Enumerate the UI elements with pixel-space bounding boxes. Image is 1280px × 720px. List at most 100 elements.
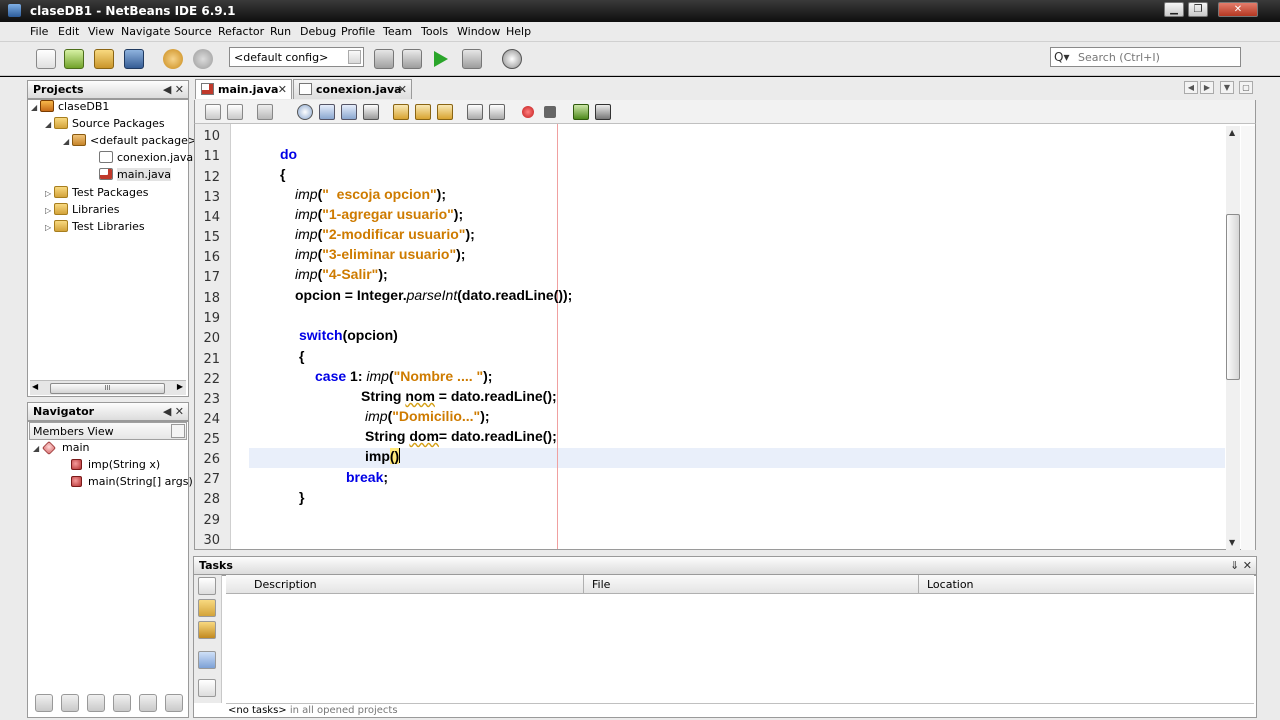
- expand-icon[interactable]: ◢: [31, 103, 40, 112]
- search-input[interactable]: Q▾ Search (Ctrl+I): [1050, 47, 1241, 67]
- show-inherited-icon[interactable]: [35, 694, 53, 712]
- stop-macro-icon[interactable]: [544, 106, 556, 118]
- all-projects-icon[interactable]: [198, 621, 216, 639]
- nav-item-main-method[interactable]: main(String[] args): [62, 475, 193, 492]
- column-divider[interactable]: [918, 575, 919, 594]
- tree-item-conexion-java[interactable]: conexion.java: [90, 151, 193, 168]
- tree-item-source-packages[interactable]: ◢ Source Packages: [45, 117, 165, 134]
- tree-item-test-libraries[interactable]: ▷ Test Libraries: [45, 220, 145, 237]
- sort-by-name-icon[interactable]: [139, 694, 157, 712]
- menu-debug[interactable]: Debug: [300, 25, 336, 38]
- shift-right-icon[interactable]: [489, 104, 505, 120]
- column-divider[interactable]: [583, 575, 584, 594]
- menu-tools[interactable]: Tools: [421, 25, 448, 38]
- shift-left-icon[interactable]: [467, 104, 483, 120]
- menu-edit[interactable]: Edit: [58, 25, 79, 38]
- show-non-public-icon[interactable]: [113, 694, 131, 712]
- column-description[interactable]: Description: [254, 578, 317, 591]
- sort-by-source-icon[interactable]: [165, 694, 183, 712]
- profile-icon[interactable]: [502, 49, 522, 69]
- menu-team[interactable]: Team: [383, 25, 412, 38]
- scroll-up-icon[interactable]: ▲: [1229, 128, 1235, 137]
- projects-panel-header[interactable]: Projects ◀ ✕: [27, 80, 189, 99]
- scroll-left-icon[interactable]: ◀: [32, 382, 38, 391]
- menu-profile[interactable]: Profile: [341, 25, 375, 38]
- close-tab-icon[interactable]: ✕: [398, 83, 407, 96]
- clean-build-icon[interactable]: [402, 49, 422, 69]
- menu-run[interactable]: Run: [270, 25, 291, 38]
- projects-panel-controls[interactable]: ◀ ✕: [163, 83, 184, 96]
- column-location[interactable]: Location: [927, 578, 974, 591]
- maximize-editor-icon[interactable]: ▢: [1239, 81, 1253, 94]
- show-opened-documents-icon[interactable]: ▼: [1220, 81, 1234, 94]
- show-fields-icon[interactable]: [61, 694, 79, 712]
- chevron-down-icon[interactable]: [348, 50, 361, 64]
- redo-icon[interactable]: [193, 49, 213, 69]
- current-file-icon[interactable]: [198, 577, 216, 595]
- find-previous-icon[interactable]: [319, 104, 335, 120]
- next-bookmark-icon[interactable]: [415, 104, 431, 120]
- scroll-down-icon[interactable]: ▼: [1229, 538, 1235, 547]
- expand-icon[interactable]: ▷: [45, 189, 54, 198]
- tab-conexion-java[interactable]: conexion.java ✕: [293, 79, 412, 99]
- menu-view[interactable]: View: [88, 25, 114, 38]
- minimize-button[interactable]: ▁: [1164, 2, 1184, 17]
- tree-item-main-java[interactable]: main.java: [90, 168, 172, 185]
- find-icon[interactable]: [297, 104, 313, 120]
- close-window-button[interactable]: ✕: [1218, 2, 1258, 17]
- tree-item-test-packages[interactable]: ▷ Test Packages: [45, 186, 148, 203]
- tab-main-java[interactable]: main.java ✕: [195, 79, 292, 99]
- configuration-select[interactable]: <default config>: [229, 47, 364, 67]
- run-icon[interactable]: [434, 51, 448, 67]
- code-editor[interactable]: 10 11 12 13 14 15 16 17 18 19 20 21 22 2…: [194, 124, 1256, 550]
- scroll-thumb[interactable]: III: [50, 383, 165, 394]
- scroll-thumb[interactable]: [1226, 214, 1240, 380]
- menu-file[interactable]: File: [30, 25, 48, 38]
- maximize-button[interactable]: ❐: [1188, 2, 1208, 17]
- tree-item-default-package[interactable]: ◢ <default package>: [63, 134, 197, 151]
- start-macro-icon[interactable]: [522, 106, 534, 118]
- build-hammer-icon[interactable]: [374, 49, 394, 69]
- column-file[interactable]: File: [592, 578, 610, 591]
- tree-item-project[interactable]: ◢ claseDB1: [31, 100, 109, 117]
- nav-item-imp-method[interactable]: imp(String x): [62, 458, 160, 475]
- close-tab-icon[interactable]: ✕: [278, 83, 287, 96]
- expand-icon[interactable]: ▷: [45, 206, 54, 215]
- tasks-panel-controls[interactable]: ⇓ ✕: [1230, 559, 1252, 572]
- menu-window[interactable]: Window: [457, 25, 500, 38]
- scroll-tabs-left-icon[interactable]: ◀: [1184, 81, 1198, 94]
- scroll-tabs-right-icon[interactable]: ▶: [1200, 81, 1214, 94]
- scroll-right-icon[interactable]: ▶: [177, 382, 183, 391]
- menu-help[interactable]: Help: [506, 25, 531, 38]
- find-next-icon[interactable]: [341, 104, 357, 120]
- tasks-panel-header[interactable]: Tasks ⇓ ✕: [193, 556, 1257, 575]
- open-project-icon[interactable]: [94, 49, 114, 69]
- members-view-select[interactable]: Members View: [29, 422, 187, 440]
- main-project-icon[interactable]: [198, 599, 216, 617]
- navigator-panel-header[interactable]: Navigator ◀ ✕: [27, 402, 189, 421]
- show-static-icon[interactable]: [87, 694, 105, 712]
- editor-vertical-scrollbar[interactable]: ▲ ▼: [1226, 126, 1240, 550]
- debug-icon[interactable]: [462, 49, 482, 69]
- forward-icon[interactable]: [227, 104, 243, 120]
- save-all-icon[interactable]: [124, 49, 144, 69]
- group-by-icon[interactable]: [198, 679, 216, 697]
- nav-item-main-class[interactable]: ◢ main: [33, 440, 89, 458]
- menu-refactor[interactable]: Refactor: [218, 25, 264, 38]
- expand-icon[interactable]: ◢: [63, 137, 72, 146]
- back-icon[interactable]: [205, 104, 221, 120]
- toggle-highlight-icon[interactable]: [363, 104, 379, 120]
- expand-icon[interactable]: ◢: [45, 120, 54, 129]
- uncomment-icon[interactable]: [595, 104, 611, 120]
- previous-bookmark-icon[interactable]: [393, 104, 409, 120]
- toggle-bookmark-icon[interactable]: [437, 104, 453, 120]
- error-stripe[interactable]: [1241, 126, 1255, 550]
- new-project-icon[interactable]: [64, 49, 84, 69]
- expand-icon[interactable]: ◢: [33, 444, 42, 453]
- last-edit-icon[interactable]: [257, 104, 273, 120]
- expand-icon[interactable]: ▷: [45, 223, 54, 232]
- menu-navigate[interactable]: Navigate: [121, 25, 170, 38]
- undo-icon[interactable]: [163, 49, 183, 69]
- tree-item-libraries[interactable]: ▷ Libraries: [45, 203, 120, 220]
- new-file-icon[interactable]: [36, 49, 56, 69]
